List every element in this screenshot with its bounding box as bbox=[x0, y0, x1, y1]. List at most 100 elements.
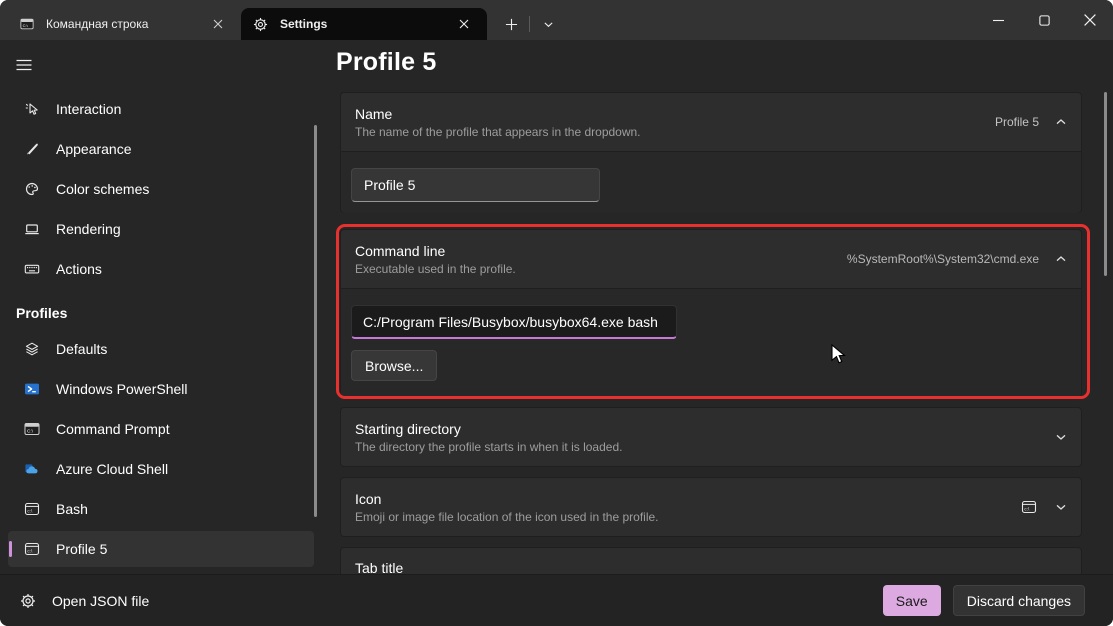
layers-icon bbox=[24, 341, 40, 357]
sidebar-item-label: Windows PowerShell bbox=[56, 381, 188, 397]
svg-text:C:\: C:\ bbox=[23, 23, 29, 28]
sidebar-item-label: Actions bbox=[56, 261, 102, 277]
sidebar-item-command-prompt[interactable]: C:\ Command Prompt bbox=[8, 411, 314, 447]
tab-label: Settings bbox=[280, 17, 451, 31]
setting-title: Icon bbox=[355, 491, 1021, 507]
maximize-button[interactable] bbox=[1021, 0, 1067, 40]
open-json-label: Open JSON file bbox=[52, 593, 149, 609]
sidebar-item-label: Defaults bbox=[56, 341, 107, 357]
setting-subtitle: The name of the profile that appears in … bbox=[355, 125, 995, 139]
sidebar-nav: Interaction Appearance Color schemes Ren… bbox=[0, 91, 336, 571]
sidebar-item-label: Rendering bbox=[56, 221, 121, 237]
console-window-icon: c:\ bbox=[24, 541, 40, 557]
sidebar-item-actions[interactable]: Actions bbox=[8, 251, 314, 287]
svg-text:c:\: c:\ bbox=[27, 509, 33, 514]
paintbrush-icon bbox=[24, 141, 40, 157]
sidebar-item-label: Profile 5 bbox=[56, 541, 107, 557]
command-line-input[interactable] bbox=[351, 305, 677, 339]
page-title: Profile 5 bbox=[336, 48, 436, 77]
selection-indicator bbox=[9, 541, 12, 557]
new-tab-dropdown-button[interactable] bbox=[534, 8, 562, 40]
sidebar-item-interaction[interactable]: Interaction bbox=[8, 91, 314, 127]
starting-directory-expander-header[interactable]: Starting directory The directory the pro… bbox=[341, 408, 1081, 466]
sidebar-item-color-schemes[interactable]: Color schemes bbox=[8, 171, 314, 207]
settings-content: Profile 5 Name The name of the profile t… bbox=[336, 40, 1113, 574]
sidebar-item-bash[interactable]: c:\ Bash bbox=[8, 491, 314, 527]
sidebar-item-label: Appearance bbox=[56, 141, 132, 157]
svg-text:C:\: C:\ bbox=[27, 428, 34, 433]
tab-bar-divider bbox=[529, 16, 530, 32]
svg-text:c:\: c:\ bbox=[1024, 507, 1030, 512]
sidebar-item-defaults[interactable]: Defaults bbox=[8, 331, 314, 367]
icon-expander-header[interactable]: Icon Emoji or image file location of the… bbox=[341, 478, 1081, 536]
minimize-button[interactable] bbox=[975, 0, 1021, 40]
terminal-settings-window: C:\ Командная строка Settings bbox=[0, 0, 1113, 626]
sidebar-item-azure-cloud-shell[interactable]: Azure Cloud Shell bbox=[8, 451, 314, 487]
sidebar-item-label: Command Prompt bbox=[56, 421, 170, 437]
command-line-expander-header[interactable]: Command line Executable used in the prof… bbox=[341, 230, 1081, 288]
setting-subtitle: Emoji or image file location of the icon… bbox=[355, 510, 1021, 524]
profile-icon-preview: c:\ bbox=[1021, 499, 1037, 515]
keyboard-icon bbox=[24, 261, 40, 277]
monitor-icon bbox=[24, 221, 40, 237]
tab-settings[interactable]: Settings bbox=[241, 8, 487, 40]
tab-label: Командная строка bbox=[46, 17, 205, 31]
profiles-section-header: Profiles bbox=[0, 299, 336, 327]
setting-current-value: Profile 5 bbox=[995, 115, 1039, 129]
settings-sidebar: Interaction Appearance Color schemes Ren… bbox=[0, 40, 336, 574]
name-setting-card: Name The name of the profile that appear… bbox=[340, 92, 1082, 213]
chevron-up-icon[interactable] bbox=[1055, 253, 1067, 265]
command-line-expander-body: Browse... bbox=[341, 288, 1081, 397]
tab-title-expander-header[interactable]: Tab title bbox=[341, 548, 1081, 574]
command-line-setting-card: Command line Executable used in the prof… bbox=[340, 229, 1082, 397]
setting-title: Tab title bbox=[355, 560, 1067, 574]
sidebar-item-windows-powershell[interactable]: Windows PowerShell bbox=[8, 371, 314, 407]
gear-icon bbox=[253, 17, 268, 32]
titlebar: C:\ Командная строка Settings bbox=[0, 0, 1113, 40]
powershell-icon bbox=[24, 381, 40, 397]
palette-icon bbox=[24, 181, 40, 197]
sidebar-item-label: Color schemes bbox=[56, 181, 149, 197]
chevron-up-icon[interactable] bbox=[1055, 116, 1067, 128]
sidebar-item-label: Interaction bbox=[56, 101, 121, 117]
setting-subtitle: The directory the profile starts in when… bbox=[355, 440, 1055, 454]
browse-button[interactable]: Browse... bbox=[351, 350, 437, 381]
close-window-button[interactable] bbox=[1067, 0, 1113, 40]
gear-icon bbox=[20, 593, 36, 609]
name-expander-header[interactable]: Name The name of the profile that appear… bbox=[341, 93, 1081, 151]
sidebar-item-label: Bash bbox=[56, 501, 88, 517]
new-tab-button[interactable] bbox=[497, 8, 525, 40]
chevron-down-icon[interactable] bbox=[1055, 501, 1067, 513]
name-expander-body bbox=[341, 151, 1081, 213]
content-scrollbar[interactable] bbox=[1104, 92, 1107, 276]
setting-title: Starting directory bbox=[355, 421, 1055, 437]
interaction-cursor-icon bbox=[24, 101, 40, 117]
console-window-icon: c:\ bbox=[24, 501, 40, 517]
sidebar-item-profile-5[interactable]: c:\ Profile 5 bbox=[8, 531, 314, 567]
azure-cloud-icon bbox=[24, 461, 40, 477]
cmd-window-icon: C:\ bbox=[24, 421, 40, 437]
tab-command-prompt[interactable]: C:\ Командная строка bbox=[8, 8, 241, 40]
sidebar-scrollbar[interactable] bbox=[314, 125, 317, 517]
footer-bar: Open JSON file Save Discard changes bbox=[0, 574, 1113, 626]
chevron-down-icon[interactable] bbox=[1055, 431, 1067, 443]
setting-title: Name bbox=[355, 106, 995, 122]
close-tab-icon[interactable] bbox=[451, 12, 477, 36]
discard-changes-button[interactable]: Discard changes bbox=[953, 585, 1085, 616]
starting-directory-setting-card: Starting directory The directory the pro… bbox=[340, 407, 1082, 467]
setting-current-value: %SystemRoot%\System32\cmd.exe bbox=[847, 252, 1039, 266]
setting-title: Command line bbox=[355, 243, 847, 259]
close-tab-icon[interactable] bbox=[205, 12, 231, 36]
profile-name-input[interactable] bbox=[351, 168, 600, 202]
hamburger-menu-button[interactable] bbox=[8, 48, 48, 82]
save-button[interactable]: Save bbox=[883, 585, 941, 616]
icon-setting-card: Icon Emoji or image file location of the… bbox=[340, 477, 1082, 537]
cmd-window-icon: C:\ bbox=[20, 17, 34, 31]
window-controls bbox=[975, 0, 1113, 40]
sidebar-item-rendering[interactable]: Rendering bbox=[8, 211, 314, 247]
tab-title-setting-card: Tab title bbox=[340, 547, 1082, 574]
setting-subtitle: Executable used in the profile. bbox=[355, 262, 847, 276]
open-json-file-button[interactable]: Open JSON file bbox=[20, 593, 149, 609]
sidebar-item-appearance[interactable]: Appearance bbox=[8, 131, 314, 167]
sidebar-item-label: Azure Cloud Shell bbox=[56, 461, 168, 477]
